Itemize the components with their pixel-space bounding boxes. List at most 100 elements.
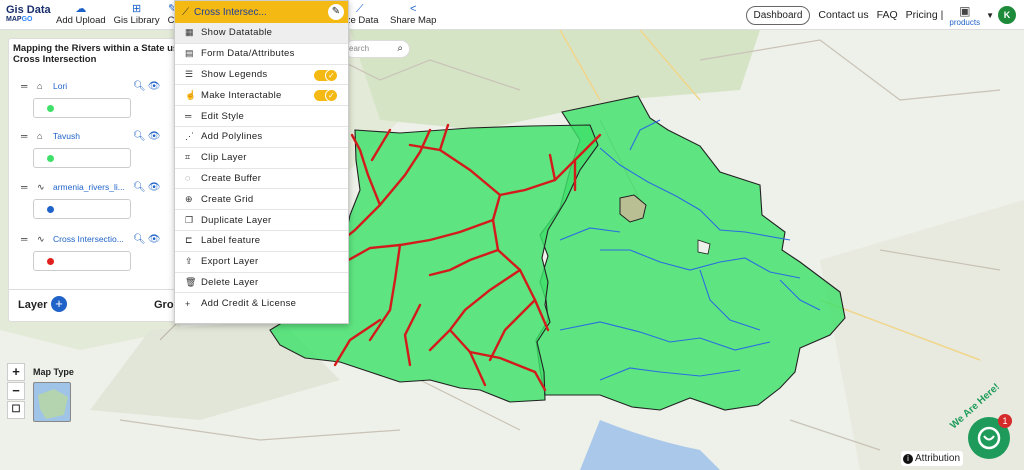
pencil-icon[interactable]: ✎ [328,4,344,20]
nav-share-map[interactable]: < Share Map [386,0,440,30]
line-icon: ∿ [37,181,45,192]
layer-tab[interactable]: Layer [18,299,47,311]
zoom-eye-icons[interactable]: 🔍︎👁︎ [133,131,162,142]
make-interactable-toggle[interactable]: ✓ [314,89,338,103]
chat-widget-button[interactable]: 1 [968,414,1012,459]
search-input[interactable]: earch ⌕ [344,40,410,58]
layer-style-swatch[interactable] [33,148,131,168]
zoom-eye-icons[interactable]: 🔍︎👁︎ [133,81,162,92]
nav-add-upload-label: Add Upload [56,15,106,26]
check-icon: ✓ [325,89,338,103]
zoom-out-button[interactable]: − [7,382,25,400]
zoom-in-button[interactable]: + [7,363,25,381]
menu-label: Duplicate Layer [201,214,272,226]
drag-handle-icon[interactable]: ═ [21,234,31,244]
user-avatar[interactable]: K [998,6,1016,24]
layer-style-swatch[interactable] [33,199,131,219]
menu-label: Add Credit & License [201,298,297,310]
menu-make-interactable[interactable]: ☝ Make Interactable ✓ [175,85,348,107]
cloud-upload-icon: ☁ [75,3,87,15]
layer-style-swatch[interactable] [33,98,131,118]
gisdata-logo[interactable]: Gis Data MAPGO [6,3,51,24]
menu-label: Make Interactable [201,89,282,101]
grid-icon: ⊕ [185,193,193,204]
layer-item-cross-intersection[interactable]: ═ ∿ Cross Intersectio... 🔍︎👁︎ [9,232,181,271]
logo-text: Gis Data [6,3,51,16]
drag-handle-icon[interactable]: ═ [21,81,31,91]
add-layer-button[interactable]: + [51,296,67,312]
nav-gis-library[interactable]: ⊞ Gis Library [110,0,164,30]
polygon-icon: ⌂ [37,81,43,91]
layer-style-swatch[interactable] [33,251,131,271]
map-type-label: Map Type [33,367,74,377]
menu-add-polylines[interactable]: ⋰ Add Polylines [175,127,348,148]
menu-label: Create Buffer [201,172,262,184]
layer-name[interactable]: armenia_rivers_li... [53,182,125,192]
panel-footer: Layer + Grou [9,289,181,323]
menu-header[interactable]: ⟋ Cross Intersec... ✎ [175,1,348,23]
layer-item-lori[interactable]: ═ ⌂ Lori 🔍︎👁︎ [9,79,181,118]
pricing-link[interactable]: Pricing | [906,9,944,21]
products-menu[interactable]: ▣ products [949,4,980,27]
menu-edit-style[interactable]: ═ Edit Style [175,106,348,127]
layer-name[interactable]: Cross Intersectio... [53,234,125,244]
info-icon: i [903,453,913,464]
chevron-down-icon[interactable]: ▼ [986,11,994,20]
show-legends-toggle[interactable]: ✓ [314,68,338,82]
menu-export-layer[interactable]: ⇪ Export Layer [175,252,348,273]
zoom-eye-icons[interactable]: 🔍︎👁︎ [133,182,162,193]
layer-name[interactable]: Tavush [53,131,125,141]
duplicate-icon: ❐ [185,214,194,225]
menu-label: Clip Layer [201,152,247,164]
line-icon: ⟋ [182,6,189,18]
plus-icon: + [185,298,191,309]
map-title-line2: Cross Intersection [13,54,97,65]
menu-label: Label feature [201,235,261,247]
attribution-button[interactable]: i Attribution [901,451,963,466]
menu-label: Form Data/Attributes [201,48,295,60]
drag-handle-icon[interactable]: ═ [21,182,31,192]
nav-gis-library-label: Gis Library [113,15,160,26]
layer-name[interactable]: Lori [53,81,125,91]
logo-sub-b: GO [21,15,33,23]
layer-context-menu: ⟋ Cross Intersec... ✎ ▦ Show Datatable ▤ F… [174,0,349,324]
nav-share-label: Share Map [390,15,437,26]
menu-label: Create Grid [201,193,254,205]
menu-clip-layer[interactable]: ⌗ Clip Layer [175,148,348,169]
analyze-icon: ⟋ [355,3,364,15]
table-icon: ▦ [185,27,194,38]
menu-label-feature[interactable]: ⊏ Label feature [175,231,348,252]
dashboard-button[interactable]: Dashboard [745,5,811,25]
edit-icon: ═ [185,111,192,122]
layer-item-rivers[interactable]: ═ ∿ armenia_rivers_li... 🔍︎👁︎ [9,180,181,219]
menu-label: Edit Style [201,110,245,122]
menu-create-buffer[interactable]: ◌ Create Buffer [175,169,348,190]
pan-icon[interactable]: ☐ [7,401,25,419]
menu-show-legends[interactable]: ☰ Show Legends ✓ [175,65,348,86]
map-type-thumbnail[interactable] [33,382,71,422]
zoom-eye-icons[interactable]: 🔍︎👁︎ [133,234,162,245]
check-icon: ✓ [325,68,338,82]
line-icon: ∿ [37,233,45,244]
faq-link[interactable]: FAQ [877,9,898,21]
polyline-icon: ⋰ [185,131,195,142]
menu-form-data[interactable]: ▤ Form Data/Attributes [175,44,348,65]
contact-link[interactable]: Contact us [818,9,868,21]
menu-label: Show Datatable [201,27,273,39]
search-icon[interactable]: ⌕ [397,43,403,54]
menu-label: Add Polylines [201,131,263,143]
nav-add-upload[interactable]: ☁ Add Upload [52,0,110,30]
menu-add-credit[interactable]: + Add Credit & License [175,293,348,314]
polygon-icon: ⌂ [37,131,43,141]
map-title-line1: Mapping the Rivers within a State usi [13,43,179,54]
layer-item-tavush[interactable]: ═ ⌂ Tavush 🔍︎👁︎ [9,129,181,168]
layer-panel: Mapping the Rivers within a State usi Cr… [8,38,181,323]
menu-duplicate-layer[interactable]: ❐ Duplicate Layer [175,210,348,231]
search-placeholder: earch [349,44,370,53]
menu-create-grid[interactable]: ⊕ Create Grid [175,189,348,211]
drag-handle-icon[interactable]: ═ [21,131,31,141]
menu-show-datatable[interactable]: ▦ Show Datatable [175,23,348,44]
logo-sub-a: MAP [6,15,22,23]
export-icon: ⇪ [185,256,193,267]
menu-delete-layer[interactable]: 🗑︎ Delete Layer [175,273,348,294]
